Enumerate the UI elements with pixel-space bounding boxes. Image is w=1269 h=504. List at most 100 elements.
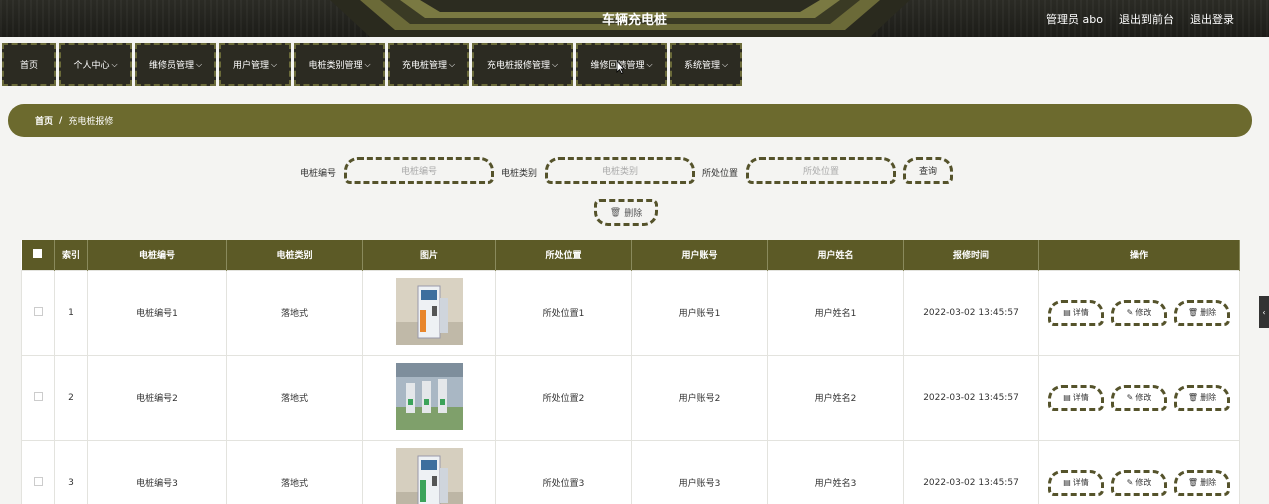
checkbox-icon bbox=[33, 391, 43, 401]
table-row: 1 电桩编号1 落地式 所处位置1 用户账号1 用户姓名1 2022-03-02… bbox=[21, 269, 1240, 356]
current-user: 管理员 abo bbox=[1046, 13, 1103, 26]
cell-name: 用户姓名2 bbox=[767, 354, 904, 441]
breadcrumb-home[interactable]: 首页 bbox=[35, 114, 53, 127]
edit-label: 修改 bbox=[1135, 393, 1152, 402]
cell-image bbox=[362, 269, 496, 356]
detail-button[interactable]: ▤ 详情 bbox=[1048, 469, 1104, 496]
nav-item-pile-category[interactable]: 电桩类别管理 ⌵ bbox=[294, 43, 385, 86]
detail-button[interactable]: ▤ 详情 bbox=[1048, 299, 1104, 326]
cell-actions: ▤ 详情 ✎ 修改 🗑 删除 bbox=[1038, 269, 1240, 356]
cell-image bbox=[362, 439, 496, 504]
edit-button[interactable]: ✎ 修改 bbox=[1111, 384, 1167, 411]
cell-index: 2 bbox=[54, 354, 88, 441]
delete-label: 删除 bbox=[1200, 308, 1217, 317]
search-label-location: 所处位置 bbox=[702, 169, 739, 179]
batch-delete-button[interactable]: 🗑 删除 bbox=[594, 199, 658, 226]
cell-location: 所处位置1 bbox=[495, 269, 632, 356]
trash-icon: 🗑 bbox=[1187, 393, 1199, 402]
edit-button[interactable]: ✎ 修改 bbox=[1111, 299, 1167, 326]
mouse-cursor-icon bbox=[616, 61, 624, 74]
document-icon: ▤ bbox=[1063, 308, 1071, 317]
nav-item-personal-center[interactable]: 个人中心 ⌵ bbox=[59, 43, 132, 86]
nav-label: 用户管理 bbox=[232, 61, 269, 71]
edit-button[interactable]: ✎ 修改 bbox=[1111, 469, 1167, 496]
col-header: 电桩编号 bbox=[87, 240, 227, 270]
row-actions: ▤ 详情 ✎ 修改 🗑 删除 bbox=[1039, 384, 1239, 411]
detail-label: 详情 bbox=[1072, 308, 1089, 317]
nav-item-repairman[interactable]: 维修员管理 ⌵ bbox=[135, 43, 216, 86]
charging-pile-image[interactable] bbox=[395, 362, 463, 430]
cell-type: 落地式 bbox=[226, 269, 363, 356]
cell-time: 2022-03-02 13:45:57 bbox=[903, 439, 1039, 504]
document-icon: ▤ bbox=[1063, 478, 1071, 487]
chevron-down-icon: ⌵ bbox=[448, 59, 456, 69]
nav-label: 首页 bbox=[19, 61, 38, 71]
cell-image bbox=[362, 354, 496, 441]
checkbox-icon bbox=[33, 248, 43, 258]
cell-account: 用户账号3 bbox=[631, 439, 768, 504]
batch-delete-label: 删除 bbox=[624, 209, 643, 219]
detail-button[interactable]: ▤ 详情 bbox=[1048, 384, 1104, 411]
detail-label: 详情 bbox=[1072, 393, 1089, 402]
cell-index: 1 bbox=[54, 269, 88, 356]
nav-label: 充电桩报修管理 bbox=[486, 61, 550, 71]
delete-button[interactable]: 🗑 删除 bbox=[1174, 299, 1230, 326]
checkbox-icon bbox=[33, 476, 43, 486]
table-row: 3 电桩编号3 落地式 所处位置3 用户账号3 用户姓名3 2022-03-02… bbox=[21, 439, 1240, 504]
logout-link[interactable]: 退出登录 bbox=[1190, 11, 1234, 27]
row-actions: ▤ 详情 ✎ 修改 🗑 删除 bbox=[1039, 299, 1239, 326]
document-icon: ▤ bbox=[1063, 393, 1071, 402]
breadcrumb-separator: / bbox=[59, 115, 63, 126]
side-collapse-tab[interactable]: ‹ bbox=[1259, 296, 1269, 328]
chevron-down-icon: ⌵ bbox=[551, 59, 559, 69]
chevron-down-icon: ⌵ bbox=[195, 59, 203, 69]
cell-name: 用户姓名1 bbox=[767, 269, 904, 356]
cell-type: 落地式 bbox=[226, 354, 363, 441]
cell-account: 用户账号2 bbox=[631, 354, 768, 441]
pencil-icon: ✎ bbox=[1126, 308, 1134, 317]
cell-index: 3 bbox=[54, 439, 88, 504]
cell-actions: ▤ 详情 ✎ 修改 🗑 删除 bbox=[1038, 439, 1240, 504]
row-checkbox[interactable] bbox=[21, 269, 55, 356]
charging-pile-image[interactable] bbox=[395, 447, 463, 504]
nav-label: 系统管理 bbox=[683, 61, 720, 71]
delete-button[interactable]: 🗑 删除 bbox=[1174, 384, 1230, 411]
nav-item-charging-pile[interactable]: 充电桩管理 ⌵ bbox=[388, 43, 469, 86]
delete-label: 删除 bbox=[1200, 478, 1217, 487]
nav-label: 个人中心 bbox=[73, 61, 110, 71]
search-bar: 电桩编号 电桩编号 电桩类别 电桩类别 所处位置 所处位置 查询 bbox=[0, 157, 1269, 185]
table-header-row: 索引 电桩编号 电桩类别 图片 所处位置 用户账号 用户姓名 报修时间 操作 bbox=[21, 240, 1240, 270]
delete-button[interactable]: 🗑 删除 bbox=[1174, 469, 1230, 496]
cell-location: 所处位置2 bbox=[495, 354, 632, 441]
trash-icon: 🗑 bbox=[1187, 478, 1199, 487]
query-button[interactable]: 查询 bbox=[903, 157, 953, 184]
nav-item-home[interactable]: 首页 bbox=[2, 43, 56, 86]
pencil-icon: ✎ bbox=[1126, 478, 1134, 487]
select-all-checkbox[interactable] bbox=[21, 240, 55, 270]
repair-table: 索引 电桩编号 电桩类别 图片 所处位置 用户账号 用户姓名 报修时间 操作 1… bbox=[21, 240, 1240, 504]
col-header: 索引 bbox=[54, 240, 88, 270]
search-input-type[interactable]: 电桩类别 bbox=[545, 157, 695, 184]
charging-pile-image[interactable] bbox=[395, 277, 463, 345]
col-header: 所处位置 bbox=[495, 240, 632, 270]
nav-item-pile-repair[interactable]: 充电桩报修管理 ⌵ bbox=[472, 43, 573, 86]
cell-actions: ▤ 详情 ✎ 修改 🗑 删除 bbox=[1038, 354, 1240, 441]
nav-label: 维修员管理 bbox=[148, 61, 194, 71]
search-input-code[interactable]: 电桩编号 bbox=[344, 157, 494, 184]
nav-item-user[interactable]: 用户管理 ⌵ bbox=[219, 43, 291, 86]
search-input-location[interactable]: 所处位置 bbox=[746, 157, 896, 184]
pencil-icon: ✎ bbox=[1126, 393, 1134, 402]
col-header: 操作 bbox=[1038, 240, 1240, 270]
trash-icon: 🗑 bbox=[1187, 308, 1199, 317]
row-actions: ▤ 详情 ✎ 修改 🗑 删除 bbox=[1039, 469, 1239, 496]
cell-code: 电桩编号2 bbox=[87, 354, 227, 441]
back-to-front-link[interactable]: 退出到前台 bbox=[1119, 11, 1174, 27]
cell-location: 所处位置3 bbox=[495, 439, 632, 504]
nav-item-system[interactable]: 系统管理 ⌵ bbox=[670, 43, 742, 86]
row-checkbox[interactable] bbox=[21, 354, 55, 441]
nav-label: 充电桩管理 bbox=[401, 61, 447, 71]
breadcrumb-current: 充电桩报修 bbox=[68, 117, 114, 127]
cell-time: 2022-03-02 13:45:57 bbox=[903, 269, 1039, 356]
checkbox-icon bbox=[33, 306, 43, 316]
row-checkbox[interactable] bbox=[21, 439, 55, 504]
